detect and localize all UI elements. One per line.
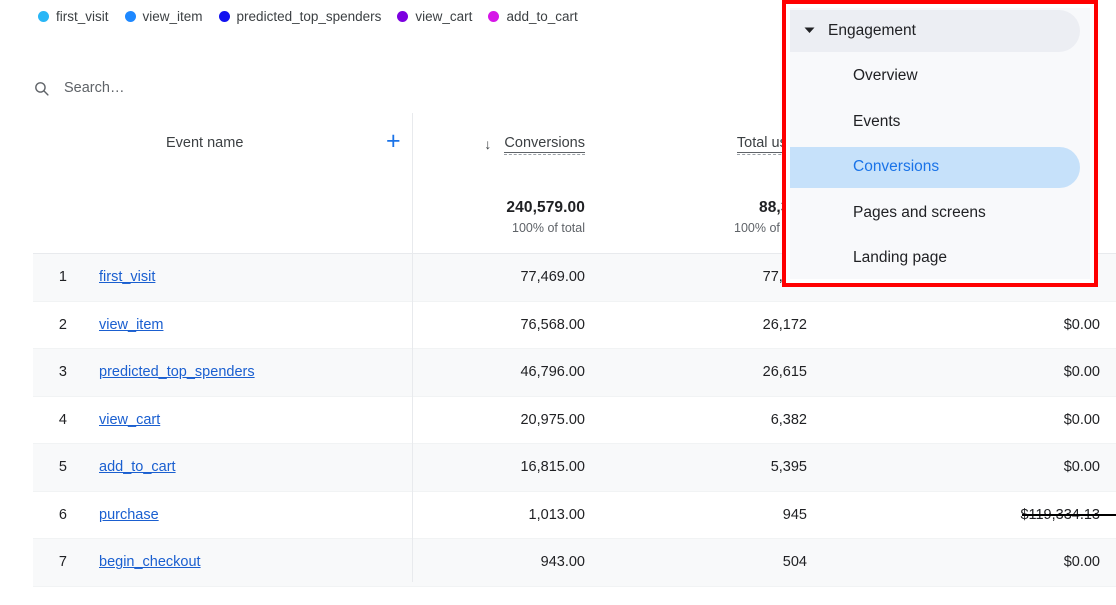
annotation-leader-line (1022, 514, 1116, 516)
nav-label-conversions: Conversions (853, 158, 940, 176)
row-rank: 1 (33, 253, 83, 302)
total-conversions: 240,579.00 100% of total (506, 199, 585, 235)
event-name-link[interactable]: predicted_top_spenders (99, 364, 255, 380)
nav-label-pages-and-screens: Pages and screens (853, 203, 986, 221)
col-header-rank (33, 113, 83, 254)
nav-item-conversions[interactable]: Conversions (790, 145, 1090, 191)
table-row[interactable]: 6 purchase 1,013.00 945 $119,334.13 (33, 491, 1116, 539)
row-total-users: 6,382 (601, 396, 823, 444)
row-revenue: $0.00 (823, 396, 1116, 444)
chart-legend: first_visit view_item predicted_top_spen… (0, 0, 780, 32)
legend-item[interactable]: view_cart (397, 9, 472, 24)
table-row[interactable]: 7 begin_checkout 943.00 504 $0.00 (33, 538, 1116, 587)
row-rank: 3 (33, 348, 83, 397)
row-rank: 6 (33, 491, 83, 539)
legend-label: add_to_cart (506, 8, 578, 24)
sort-descending-icon[interactable]: ↓ (484, 136, 491, 152)
chevron-down-icon[interactable] (800, 27, 818, 34)
legend-label: view_item (142, 8, 203, 24)
nav-label-landing-page: Landing page (853, 249, 947, 267)
row-rank: 2 (33, 301, 83, 349)
table-row[interactable]: 2 view_item 76,568.00 26,172 $0.00 (33, 301, 1116, 349)
event-name-link[interactable]: view_cart (99, 412, 160, 428)
nav-item-events[interactable]: Events (790, 99, 1090, 145)
row-event-name[interactable]: begin_checkout (83, 538, 379, 587)
event-name-link[interactable]: first_visit (99, 269, 155, 285)
total-conversions-value: 240,579.00 (506, 199, 585, 216)
legend-color-dot (397, 10, 409, 22)
legend-color-dot (218, 10, 230, 22)
total-conversions-pct: 100% of total (512, 221, 585, 235)
col-label-event-name: Event name (166, 135, 244, 151)
search-input[interactable] (64, 80, 664, 96)
table-body: 1 first_visit 77,469.00 77,556 2 view_it… (33, 253, 1116, 587)
col-underline-dashed (504, 154, 585, 155)
row-revenue: $0.00 (823, 538, 1116, 587)
row-revenue: $0.00 (823, 348, 1116, 397)
event-name-link[interactable]: purchase (99, 507, 159, 523)
nav-row-background (790, 56, 1080, 98)
nav-label-overview: Overview (853, 67, 918, 85)
row-rank: 7 (33, 538, 83, 587)
nav-label-events: Events (853, 112, 901, 130)
nav-group-engagement[interactable]: Engagement (790, 8, 1090, 54)
col-label-conversions: Conversions (504, 135, 585, 153)
column-divider (412, 113, 413, 582)
event-name-link[interactable]: add_to_cart (99, 459, 176, 475)
row-total-users: 26,615 (601, 348, 823, 397)
row-total-users: 5,395 (601, 443, 823, 492)
row-rank: 4 (33, 396, 83, 444)
row-event-name[interactable]: purchase (83, 491, 379, 539)
row-revenue: $0.00 (823, 301, 1116, 349)
row-total-users: 26,172 (601, 301, 823, 349)
nav-item-pages-and-screens[interactable]: Pages and screens (790, 190, 1090, 236)
row-event-name[interactable]: predicted_top_spenders (83, 348, 379, 397)
table-row[interactable]: 3 predicted_top_spenders 46,796.00 26,61… (33, 348, 1116, 397)
row-event-name[interactable]: view_cart (83, 396, 379, 444)
row-event-name[interactable]: first_visit (83, 253, 379, 302)
legend-label: view_cart (415, 8, 473, 24)
row-event-name[interactable]: view_item (83, 301, 379, 349)
nav-item-overview[interactable]: Overview (790, 54, 1090, 100)
search-bar[interactable] (33, 64, 778, 112)
legend-item[interactable]: first_visit (38, 9, 109, 24)
event-name-link[interactable]: begin_checkout (99, 554, 201, 570)
row-rank: 5 (33, 443, 83, 492)
col-header-event-name[interactable]: Event name + (83, 113, 401, 254)
row-event-name[interactable]: add_to_cart (83, 443, 379, 492)
row-total-users: 945 (601, 491, 823, 539)
legend-item[interactable]: predicted_top_spenders (218, 8, 382, 24)
table-row[interactable]: 5 add_to_cart 16,815.00 5,395 $0.00 (33, 443, 1116, 492)
legend-item[interactable]: view_item (124, 8, 203, 24)
navigation-dropdown-highlight: Engagement Overview Events Conversions P… (782, 0, 1098, 287)
col-label-conversions-wrap[interactable]: ↓ Conversions (484, 135, 585, 155)
nav-row-background (790, 101, 1080, 143)
search-icon (35, 81, 49, 96)
navigation-dropdown: Engagement Overview Events Conversions P… (790, 8, 1090, 279)
row-total-users: 504 (601, 538, 823, 587)
nav-label-engagement: Engagement (828, 21, 916, 39)
event-name-link[interactable]: view_item (99, 317, 163, 333)
table-row[interactable]: 4 view_cart 20,975.00 6,382 $0.00 (33, 396, 1116, 444)
legend-color-dot (38, 10, 49, 22)
legend-item[interactable]: add_to_cart (488, 8, 578, 24)
row-revenue: $0.00 (823, 443, 1116, 492)
legend-color-dot (488, 10, 500, 22)
legend-label: predicted_top_spenders (236, 8, 382, 24)
legend-label: first_visit (56, 8, 109, 24)
nav-item-landing-page[interactable]: Landing page (790, 236, 1090, 280)
legend-color-dot (124, 10, 136, 22)
